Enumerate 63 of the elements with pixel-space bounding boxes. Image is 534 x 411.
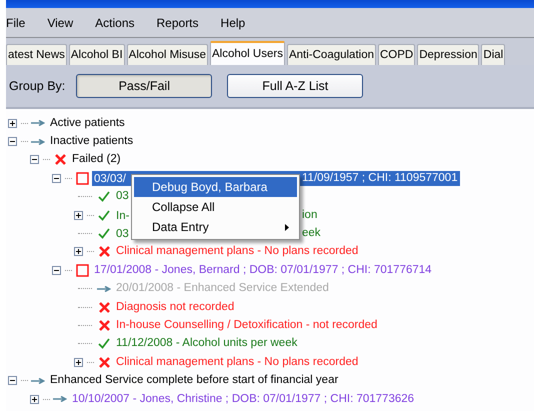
tree-item-label[interactable]: Clinical management plans - No plans recorded <box>114 354 360 370</box>
tree-item-label[interactable]: In- <box>114 210 132 222</box>
tree-item-label[interactable]: Enhanced Service complete before start of financial year <box>48 373 340 388</box>
menu-item[interactable]: File <box>6 16 36 30</box>
check-icon <box>98 338 110 350</box>
expand-toggle[interactable] <box>74 247 83 256</box>
square-icon <box>76 264 88 277</box>
check-icon <box>98 228 110 240</box>
cross-icon <box>98 246 110 258</box>
tree-item-label[interactable]: Inactive patients <box>48 134 136 150</box>
tree-item-label[interactable]: 10/10/2007 - Jones, Christine ; DOB: 07/01/1977 ; CHI: 701773626 <box>70 392 416 407</box>
tree-item-label[interactable]: Clinical management plans - No plans recorded <box>114 244 360 260</box>
square-icon <box>76 172 88 185</box>
tree-item-label[interactable]: 17/01/2008 - Jones, Bernard ; DOB: 07/01/1977 ; CHI: 701776714 <box>92 262 434 278</box>
collapse-toggle[interactable] <box>30 155 39 164</box>
tree-item-label[interactable]: In-house Counselling / Detoxification - not recorded <box>114 318 380 333</box>
cross-icon <box>98 320 110 331</box>
collapse-toggle[interactable] <box>52 266 61 275</box>
tab[interactable]: Alcohol Users <box>210 41 285 65</box>
tab[interactable]: COPD <box>378 44 416 65</box>
expand-toggle[interactable] <box>74 210 83 220</box>
tree-item-label[interactable]: 03/03/ <box>92 172 128 185</box>
tree-item-label[interactable]: 11/12/2008 - Alcohol units per week <box>114 336 300 352</box>
arrow-icon <box>53 396 67 402</box>
tree-item-label[interactable]: Active patients <box>48 116 127 131</box>
arrow-icon <box>31 120 45 126</box>
tree-item-label[interactable]: 11/09/1957 ; CHI: 1109577001 <box>300 170 460 186</box>
menu-item[interactable]: Reports <box>156 16 209 30</box>
context-menu-item[interactable]: Debug Boyd, Barbara <box>134 177 297 197</box>
expand-toggle[interactable] <box>30 394 39 404</box>
tab[interactable]: atest News <box>6 44 67 65</box>
menu-item[interactable]: Help <box>220 16 256 30</box>
tree-item-label[interactable]: 03 <box>114 189 131 204</box>
tab[interactable]: Anti-Coagulation <box>286 44 376 65</box>
tab[interactable]: Alcohol Misuse <box>126 44 208 65</box>
tree-item-label[interactable]: 03 <box>114 228 131 240</box>
check-icon <box>98 210 110 221</box>
cross-icon <box>98 302 110 313</box>
arrow-icon <box>31 378 45 384</box>
check-icon <box>98 191 110 202</box>
group-by-label: Group By: <box>9 79 66 93</box>
group-by-button[interactable]: Pass/Fail <box>76 74 212 98</box>
expand-toggle[interactable] <box>8 118 17 128</box>
cross-icon <box>54 154 66 166</box>
tree-item-label[interactable]: ion <box>300 208 320 223</box>
cross-icon <box>98 356 110 368</box>
tree-item-label[interactable]: Diagnosis not recorded <box>114 300 236 315</box>
collapse-toggle[interactable] <box>8 137 17 146</box>
group-by-button[interactable]: Full A-Z List <box>227 74 364 98</box>
context-menu-item[interactable]: Data Entry <box>134 217 297 237</box>
context-menu-item[interactable]: Collapse All <box>134 197 297 217</box>
menu-item[interactable]: Actions <box>95 16 144 30</box>
collapse-toggle[interactable] <box>8 376 17 386</box>
tab[interactable]: Dial <box>481 44 506 65</box>
tab[interactable]: Alcohol BI <box>68 44 125 65</box>
arrow-icon <box>97 286 111 292</box>
tab[interactable]: Depression <box>417 44 480 65</box>
collapse-toggle[interactable] <box>52 174 61 183</box>
tree-item-label[interactable]: Failed (2) <box>70 152 123 168</box>
expand-toggle[interactable] <box>74 358 83 367</box>
tree-item-label[interactable]: eek <box>300 226 323 242</box>
arrow-icon <box>31 138 45 145</box>
menu-item[interactable]: View <box>47 16 84 30</box>
